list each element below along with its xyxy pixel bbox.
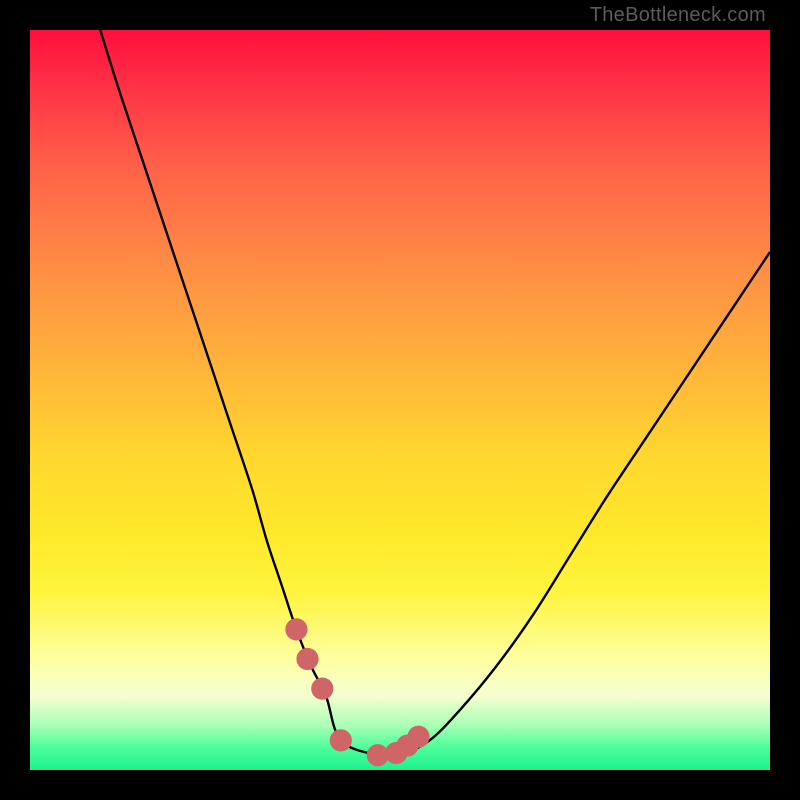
curve-layer [30,30,770,770]
plot-area [30,30,770,770]
bottleneck-curve [100,30,770,757]
watermark-label: TheBottleneck.com [590,4,766,27]
optimal-range-markers [285,618,429,766]
marker-dot [311,678,333,700]
chart-frame: TheBottleneck.com [0,0,800,800]
marker-dot [285,618,307,640]
marker-dot [296,648,318,670]
marker-dot [407,726,429,748]
marker-dot [330,729,352,751]
